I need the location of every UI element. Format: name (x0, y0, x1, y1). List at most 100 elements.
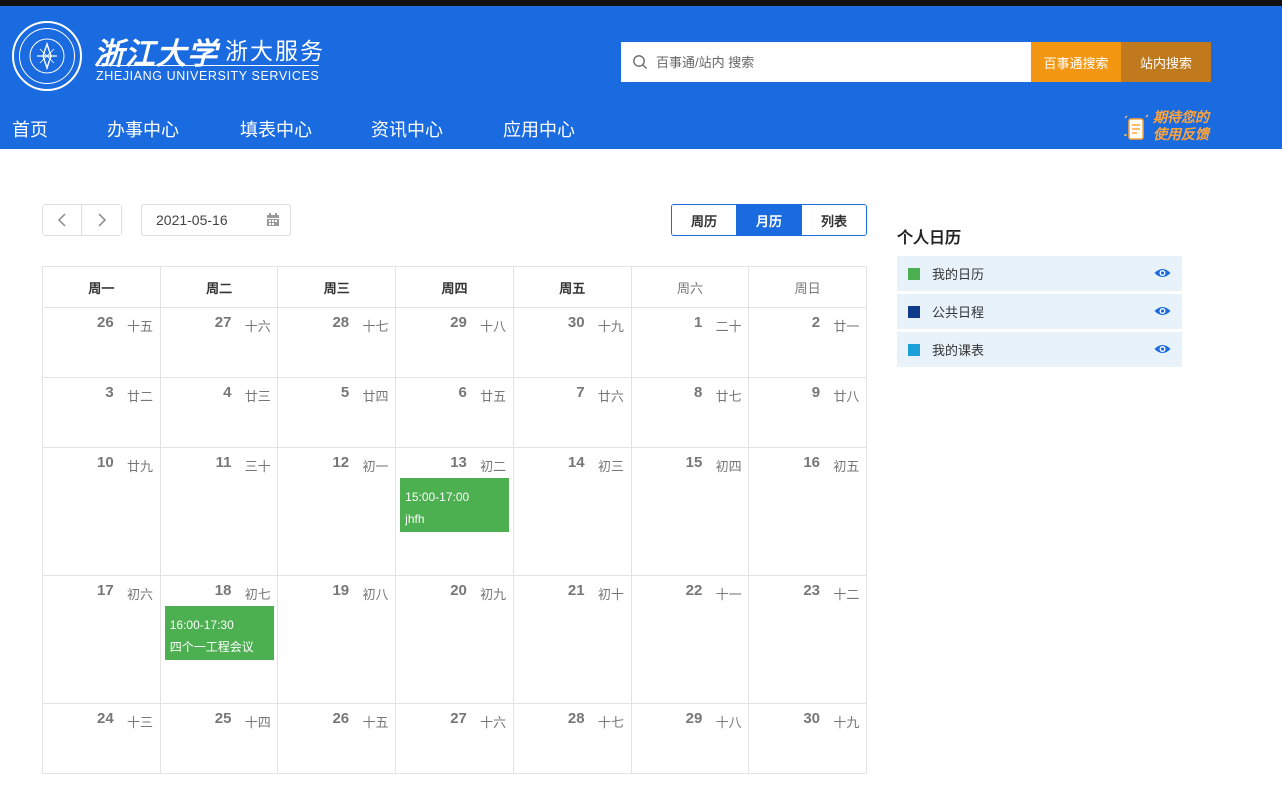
calendar-day-cell[interactable]: 2 廿一 (749, 308, 868, 378)
day-number: 17 (97, 582, 114, 599)
day-number: 9 (811, 384, 821, 401)
nav-form-center[interactable]: 填表中心 (240, 116, 312, 142)
day-number: 5 (340, 384, 350, 401)
day-number: 30 (567, 314, 585, 331)
calendar-day-cell[interactable]: 28 十七 (513, 704, 632, 774)
calendar-day-cell[interactable]: 27 十六 (160, 308, 279, 378)
calendar-list-item[interactable]: 公共日程 (897, 294, 1182, 329)
calendar-day-cell[interactable]: 8 廿七 (631, 378, 750, 448)
day-number: 30 (803, 710, 821, 727)
feedback-icon (1124, 114, 1149, 140)
calendar-day-cell[interactable]: 7 廿六 (513, 378, 632, 448)
calendar-week-row: 3 廿二 4 廿三 5 廿四 6 廿五 7 廿六 8 廿七 9 廿八 (43, 378, 868, 448)
calendar-day-cell[interactable]: 27 十六 (396, 704, 514, 774)
calendar-day-cell[interactable]: 21 初十 (513, 576, 632, 704)
day-number: 13 (450, 454, 467, 471)
weekday-label: 周六 (631, 267, 750, 308)
eye-icon[interactable] (1154, 343, 1171, 355)
calendar-week-row: 17 初六 18 初七 16:00-17:30 四个一工程会议 19 初八 20 初九 21 初十 22… (43, 576, 868, 704)
search-input[interactable] (656, 54, 1016, 70)
calendar-day-cell[interactable]: 22 十一 (631, 576, 750, 704)
calendar-day-cell[interactable]: 29 十八 (396, 308, 514, 378)
calendar-list-item[interactable]: 我的日历 (897, 256, 1182, 291)
calendar-day-cell[interactable]: 30 十九 (749, 704, 868, 774)
calendar-day-cell[interactable]: 28 十七 (278, 308, 397, 378)
calendar-day-cell[interactable]: 15 初四 (631, 448, 750, 576)
calendar-day-cell[interactable]: 12 初一 (278, 448, 397, 576)
weekday-label: 周五 (513, 267, 632, 308)
calendar-day-cell[interactable]: 30 十九 (513, 308, 632, 378)
day-number: 28 (567, 710, 585, 727)
calendar-day-cell[interactable]: 16 初五 (749, 448, 868, 576)
nav-home[interactable]: 首页 (12, 116, 48, 142)
eye-icon[interactable] (1154, 267, 1171, 279)
feedback-link[interactable]: 期待您的 使用反馈 (1120, 109, 1215, 147)
calendar-day-cell[interactable]: 6 廿五 (396, 378, 514, 448)
lunar-date: 十七 (597, 716, 624, 731)
calendar-day-cell[interactable]: 20 初九 (396, 576, 514, 704)
calendar-event[interactable]: 15:00-17:00 jhfh (400, 478, 510, 532)
lunar-date: 二十 (715, 320, 742, 335)
view-month-button[interactable]: 月历 (736, 205, 801, 235)
lunar-date: 廿二 (127, 390, 154, 405)
university-seal-icon[interactable] (12, 21, 82, 91)
site-header: 浙江大学 浙大服务 ZHEJIANG UNIVERSITY SERVICES 百… (0, 6, 1282, 149)
lunar-date: 十三 (127, 716, 154, 731)
day-number: 8 (693, 384, 703, 401)
calendar-day-cell[interactable]: 26 十五 (43, 308, 161, 378)
lunar-date: 廿七 (715, 390, 742, 405)
nav-app-center[interactable]: 应用中心 (503, 116, 575, 142)
site-search-button[interactable]: 站内搜索 (1121, 42, 1211, 82)
calendar-event[interactable]: 16:00-17:30 四个一工程会议 (164, 606, 274, 660)
calendar-day-cell[interactable]: 4 廿三 (160, 378, 279, 448)
lunar-date: 廿三 (244, 390, 271, 405)
calendar-day-cell[interactable]: 24 十三 (43, 704, 161, 774)
nav-news-center[interactable]: 资讯中心 (371, 116, 443, 142)
lunar-date: 十八 (480, 320, 507, 335)
calendar-day-cell[interactable]: 29 十八 (631, 704, 750, 774)
weekday-label: 周日 (749, 267, 868, 308)
day-number: 15 (685, 454, 703, 471)
calendar-day-cell[interactable]: 10 廿九 (43, 448, 161, 576)
calendar-day-cell[interactable]: 13 初二 15:00-17:00 jhfh (396, 448, 514, 576)
next-month-button[interactable] (82, 205, 121, 235)
calendar-day-cell[interactable]: 18 初七 16:00-17:30 四个一工程会议 (160, 576, 279, 704)
lunar-date: 初五 (833, 460, 860, 475)
calendar-day-cell[interactable]: 25 十四 (160, 704, 279, 774)
color-swatch (908, 305, 920, 318)
lunar-date: 十九 (833, 716, 860, 731)
view-list-button[interactable]: 列表 (801, 205, 866, 235)
calendar-day-cell[interactable]: 5 廿四 (278, 378, 397, 448)
weekday-label: 周一 (43, 267, 161, 308)
calendar-day-cell[interactable]: 23 十二 (749, 576, 868, 704)
calendar-icon (267, 213, 279, 226)
day-number: 10 (97, 454, 114, 471)
calendar-day-cell[interactable]: 17 初六 (43, 576, 161, 704)
calendar-day-cell[interactable]: 14 初三 (513, 448, 632, 576)
eye-icon[interactable] (1154, 305, 1171, 317)
day-number: 25 (214, 710, 232, 727)
calendar-day-cell[interactable]: 3 廿二 (43, 378, 161, 448)
calendar-week-row: 24 十三 25 十四 26 十五 27 十六 28 十七 29 十八 30 十九 (43, 704, 868, 774)
lunar-date: 十六 (244, 320, 271, 335)
sidebar-title: 个人日历 (897, 228, 962, 247)
logo-english-name: ZHEJIANG UNIVERSITY SERVICES (96, 69, 320, 83)
day-number: 14 (567, 454, 585, 471)
prev-month-button[interactable] (43, 205, 83, 235)
weekday-label: 周四 (396, 267, 514, 308)
calendar-day-cell[interactable]: 9 廿八 (749, 378, 868, 448)
date-picker[interactable]: 2021-05-16 (141, 204, 291, 236)
calendar-list-item[interactable]: 我的课表 (897, 332, 1182, 367)
calendar-day-cell[interactable]: 11 三十 (160, 448, 279, 576)
calendar-day-cell[interactable]: 26 十五 (278, 704, 397, 774)
chevron-left-icon (57, 213, 66, 227)
date-value: 2021-05-16 (156, 212, 228, 228)
calendar-day-cell[interactable]: 19 初八 (278, 576, 397, 704)
nav-service-center[interactable]: 办事中心 (107, 116, 179, 142)
logo-university-name[interactable]: 浙江大学 (94, 29, 218, 73)
calendar-day-cell[interactable]: 1 二十 (631, 308, 750, 378)
day-number: 3 (105, 384, 114, 401)
logo-service-name[interactable]: 浙大服务 (225, 32, 325, 66)
view-week-button[interactable]: 周历 (672, 205, 736, 235)
baishitong-search-button[interactable]: 百事通搜索 (1031, 42, 1121, 82)
